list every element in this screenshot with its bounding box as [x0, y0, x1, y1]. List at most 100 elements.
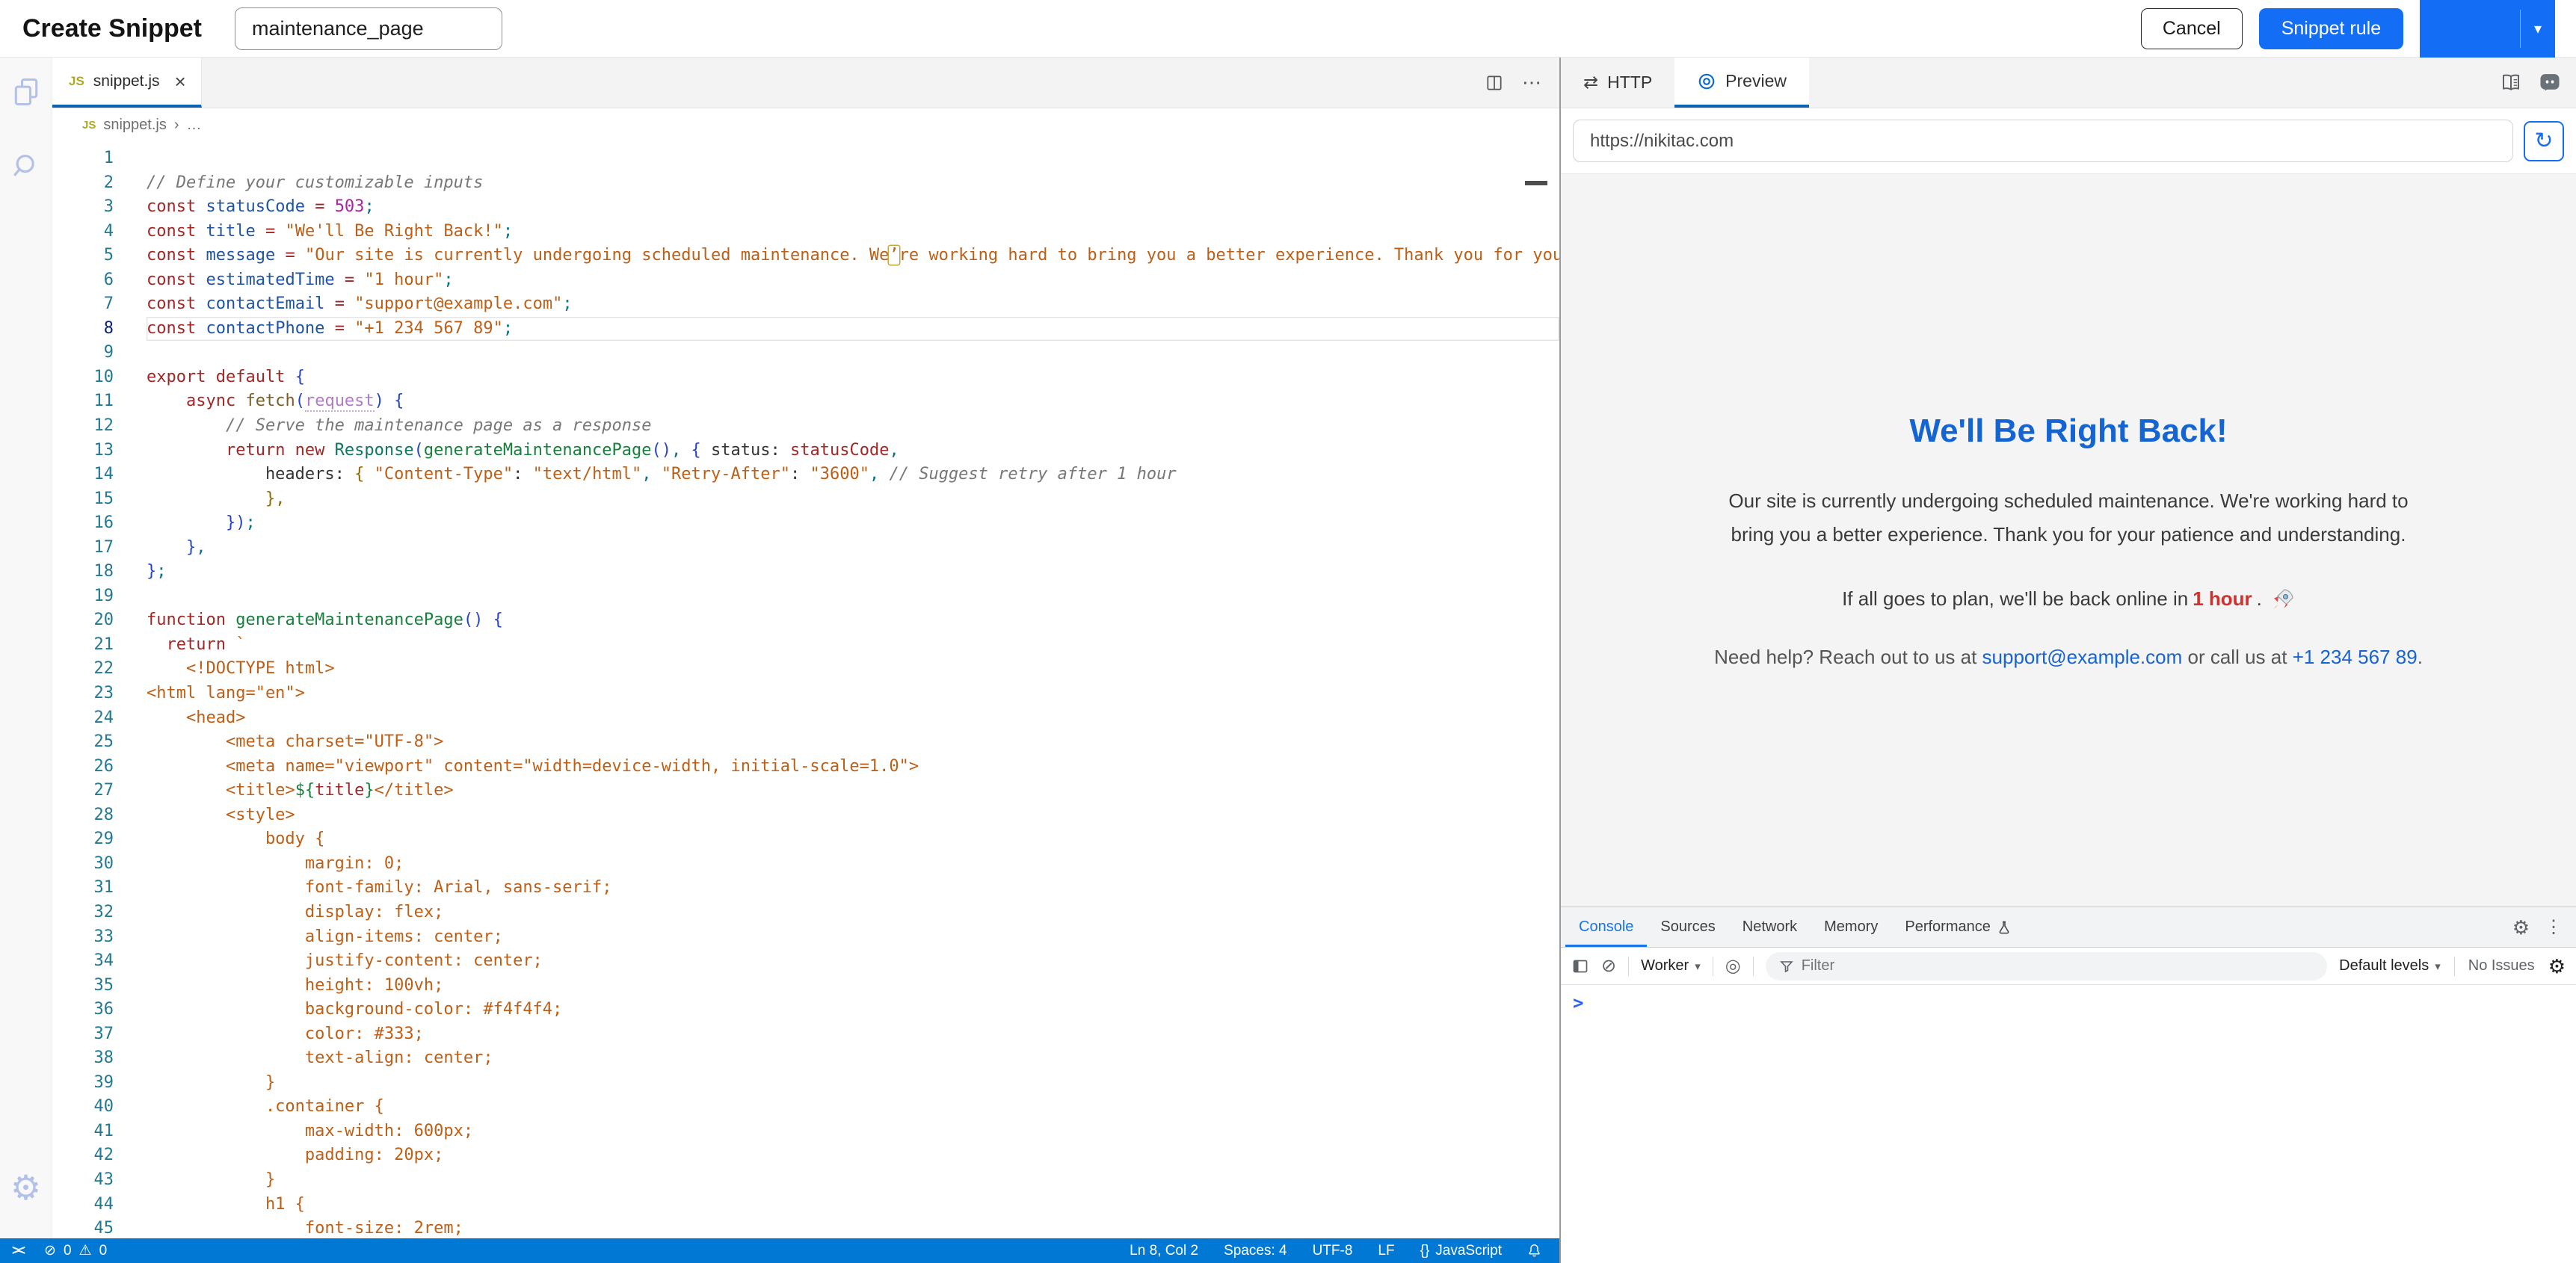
line-number[interactable]: 2: [52, 171, 114, 196]
code-line[interactable]: font-size: 2rem;: [147, 1217, 1559, 1238]
deploy-dropdown-button[interactable]: ▾: [2520, 10, 2555, 48]
snippet-rule-button[interactable]: Snippet rule: [2259, 8, 2403, 49]
line-number[interactable]: 43: [52, 1168, 114, 1193]
line-number[interactable]: 20: [52, 608, 114, 633]
line-number[interactable]: 31: [52, 876, 114, 901]
clear-console-icon[interactable]: ⊘: [1601, 955, 1616, 977]
code-line[interactable]: // Define your customizable inputs: [147, 171, 1559, 196]
line-number[interactable]: 29: [52, 827, 114, 852]
live-expression-eye-icon[interactable]: ◎: [1725, 955, 1741, 977]
cancel-button[interactable]: Cancel: [2141, 8, 2243, 49]
issues-counter[interactable]: No Issues: [2468, 957, 2535, 975]
indentation-setting[interactable]: Spaces: 4: [1224, 1243, 1287, 1259]
code-line[interactable]: return `: [147, 633, 1559, 658]
line-number[interactable]: 38: [52, 1046, 114, 1071]
line-number[interactable]: 11: [52, 389, 114, 414]
code-line[interactable]: const message = "Our site is currently u…: [147, 244, 1559, 268]
line-number[interactable]: 35: [52, 974, 114, 998]
code-line[interactable]: justify-content: center;: [147, 949, 1559, 974]
support-email-link[interactable]: support@example.com: [1982, 646, 2183, 668]
split-editor-icon[interactable]: [1485, 73, 1504, 93]
settings-gear-icon[interactable]: ⚙︎: [10, 1171, 43, 1204]
tab-preview[interactable]: Preview: [1674, 58, 1809, 108]
breadcrumb-more[interactable]: …: [187, 117, 202, 134]
tab-http[interactable]: ⇄ HTTP: [1561, 58, 1674, 108]
code-line[interactable]: color: #333;: [147, 1022, 1559, 1047]
line-number[interactable]: 9: [52, 341, 114, 365]
code-line[interactable]: text-align: center;: [147, 1046, 1559, 1071]
devtools-tab-console[interactable]: Console: [1565, 907, 1647, 947]
code-line[interactable]: return new Response(generateMaintenanceP…: [147, 439, 1559, 463]
line-number[interactable]: 44: [52, 1193, 114, 1217]
devtools-kebab-menu-icon[interactable]: ⋮: [2545, 916, 2563, 938]
code-line[interactable]: body {: [147, 827, 1559, 852]
code-line[interactable]: headers: { "Content-Type": "text/html", …: [147, 463, 1559, 487]
line-number[interactable]: 40: [52, 1095, 114, 1120]
line-number[interactable]: 4: [52, 220, 114, 244]
devtools-tab-sources[interactable]: Sources: [1647, 907, 1728, 947]
console-sidebar-icon[interactable]: [1571, 957, 1589, 975]
line-number[interactable]: 24: [52, 706, 114, 731]
code-line[interactable]: }: [147, 1071, 1559, 1096]
console-output[interactable]: >: [1561, 985, 2576, 1263]
line-number[interactable]: 3: [52, 195, 114, 220]
code-line[interactable]: .container {: [147, 1095, 1559, 1120]
breadcrumb[interactable]: JS snippet.js › …: [52, 108, 1559, 142]
line-number[interactable]: 16: [52, 511, 114, 536]
devtools-tab-performance[interactable]: Performance: [1891, 907, 2025, 947]
line-number[interactable]: 21: [52, 633, 114, 658]
devtools-settings-gear-icon[interactable]: ⚙︎: [2512, 918, 2530, 937]
line-number[interactable]: 22: [52, 657, 114, 682]
line-number[interactable]: 6: [52, 268, 114, 293]
console-prompt-chevron[interactable]: >: [1573, 992, 1583, 1013]
code-line[interactable]: [147, 584, 1559, 609]
line-number[interactable]: 15: [52, 487, 114, 512]
line-number[interactable]: 36: [52, 998, 114, 1022]
line-number[interactable]: 34: [52, 949, 114, 974]
code-line[interactable]: const estimatedTime = "1 hour";: [147, 268, 1559, 293]
line-number[interactable]: 8: [52, 317, 114, 342]
code-line[interactable]: },: [147, 487, 1559, 512]
devtools-tab-network[interactable]: Network: [1729, 907, 1811, 947]
encoding-setting[interactable]: UTF-8: [1313, 1243, 1353, 1259]
code-line[interactable]: function generateMaintenancePage() {: [147, 608, 1559, 633]
code-line[interactable]: const statusCode = 503;: [147, 195, 1559, 220]
line-number[interactable]: 5: [52, 244, 114, 268]
line-number[interactable]: 28: [52, 803, 114, 828]
code-line[interactable]: const contactEmail = "support@example.co…: [147, 292, 1559, 317]
code-area[interactable]: 1234567891011121314151617181920212223242…: [52, 142, 1559, 1238]
line-number[interactable]: 42: [52, 1143, 114, 1168]
code-line[interactable]: background-color: #f4f4f4;: [147, 998, 1559, 1022]
line-number[interactable]: 25: [52, 730, 114, 755]
line-number[interactable]: 12: [52, 414, 114, 439]
code-line[interactable]: [147, 146, 1559, 171]
close-tab-icon[interactable]: ×: [175, 72, 186, 91]
line-number[interactable]: 41: [52, 1120, 114, 1144]
code-line[interactable]: <meta name="viewport" content="width=dev…: [147, 755, 1559, 779]
code-line[interactable]: },: [147, 536, 1559, 561]
cursor-position[interactable]: Ln 8, Col 2: [1130, 1243, 1198, 1259]
breadcrumb-file[interactable]: snippet.js: [103, 117, 167, 134]
remote-indicator-icon[interactable]: ><: [12, 1243, 23, 1259]
line-number[interactable]: 18: [52, 560, 114, 584]
code-line[interactable]: h1 {: [147, 1193, 1559, 1217]
notifications-bell-icon[interactable]: [1527, 1244, 1541, 1258]
code-lines[interactable]: // Define your customizable inputsconst …: [114, 142, 1559, 1238]
line-number-gutter[interactable]: 1234567891011121314151617181920212223242…: [52, 142, 114, 1238]
more-actions-icon[interactable]: ⋯: [1522, 71, 1543, 94]
console-settings-gear-icon[interactable]: ⚙︎: [2548, 957, 2566, 976]
discord-icon[interactable]: [2539, 72, 2561, 94]
line-number[interactable]: 14: [52, 463, 114, 487]
line-number[interactable]: 33: [52, 925, 114, 950]
code-line[interactable]: // Serve the maintenance page as a respo…: [147, 414, 1559, 439]
line-number[interactable]: 23: [52, 682, 114, 706]
line-number[interactable]: 39: [52, 1071, 114, 1096]
code-line[interactable]: margin: 0;: [147, 852, 1559, 877]
code-line[interactable]: });: [147, 511, 1559, 536]
line-number[interactable]: 7: [52, 292, 114, 317]
code-line[interactable]: <!DOCTYPE html>: [147, 657, 1559, 682]
line-number[interactable]: 26: [52, 755, 114, 779]
line-number[interactable]: 17: [52, 536, 114, 561]
log-levels-dropdown[interactable]: Default levels ▾: [2339, 957, 2441, 975]
language-mode[interactable]: {} JavaScript: [1420, 1243, 1502, 1259]
